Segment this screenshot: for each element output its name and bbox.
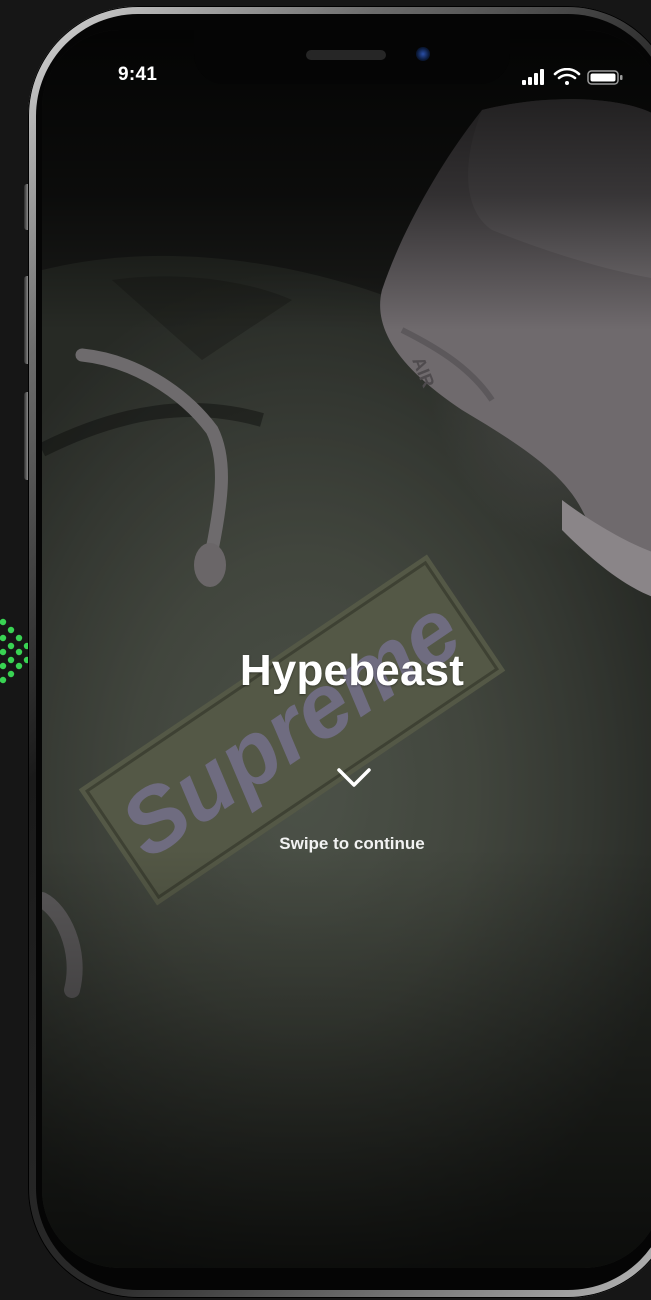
status-time: 9:41: [118, 64, 158, 85]
notch: [194, 30, 510, 84]
front-camera: [416, 47, 430, 61]
status-icons: [522, 68, 623, 85]
app-title: Hypebeast: [239, 646, 465, 695]
wifi-icon: [553, 68, 581, 85]
screen[interactable]: AIR Supreme 9:41 Hypebeast Swipe to cont…: [42, 30, 651, 1268]
app-preview: AIR Supreme 9:41 Hypebeast Swipe to cont…: [0, 0, 651, 1300]
battery-icon: [587, 70, 623, 85]
earpiece-speaker: [306, 50, 386, 60]
swipe-hint[interactable]: Swipe to continue: [42, 834, 651, 854]
chevron-down-icon[interactable]: [336, 766, 372, 790]
signal-icon: [522, 69, 544, 85]
